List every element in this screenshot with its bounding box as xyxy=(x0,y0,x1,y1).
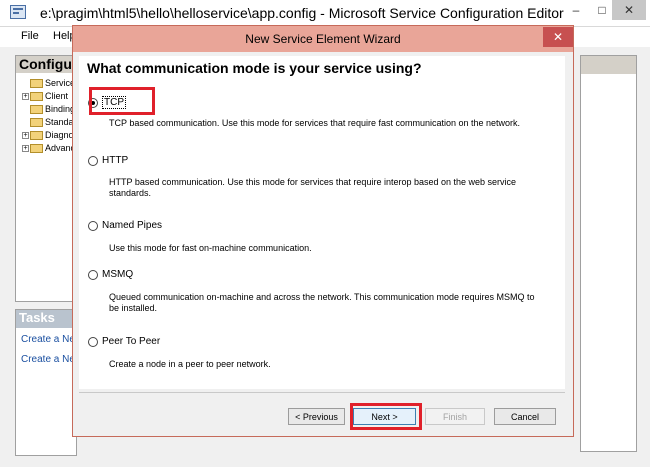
folder-icon xyxy=(30,143,43,153)
expand-icon[interactable]: + xyxy=(22,144,29,152)
details-panel xyxy=(580,55,637,452)
radio-msmq[interactable]: MSMQ xyxy=(88,269,133,280)
option-description-msmq: Queued communication on-machine and acro… xyxy=(109,292,535,313)
folder-icon xyxy=(30,91,43,101)
option-label-msmq: MSMQ xyxy=(102,269,134,280)
tree-item-client[interactable]: + Client xyxy=(22,91,68,101)
radio-peer-to-peer[interactable]: Peer To Peer xyxy=(88,336,160,347)
radio-button[interactable] xyxy=(88,155,98,166)
dialog-close-button[interactable]: ✕ xyxy=(543,27,573,47)
radio-named-pipes[interactable]: Named Pipes xyxy=(88,220,162,231)
minimize-button[interactable]: – xyxy=(563,0,589,20)
option-label-peer-to-peer: Peer To Peer xyxy=(102,336,161,347)
folder-icon xyxy=(30,130,43,140)
radio-http[interactable]: HTTP xyxy=(88,155,128,166)
radio-button[interactable] xyxy=(88,269,98,280)
menu-file[interactable]: File xyxy=(21,30,39,42)
expand-icon[interactable]: + xyxy=(22,131,29,139)
new-service-element-wizard: New Service Element Wizard ✕ What commun… xyxy=(72,25,574,437)
close-button[interactable]: ✕ xyxy=(612,0,646,20)
tree-item-bindings[interactable]: Bindings xyxy=(22,104,80,114)
folder-icon xyxy=(30,104,43,114)
dialog-title-bar: New Service Element Wizard ✕ xyxy=(73,26,573,52)
folder-icon xyxy=(30,117,43,127)
tasks-panel: Tasks Create a New Service... Create a N… xyxy=(15,309,127,456)
main-window-title: e:\pragim\html5\hello\helloservice\app.c… xyxy=(40,5,564,21)
dialog-title: New Service Element Wizard xyxy=(245,32,401,46)
option-description-named-pipes: Use this mode for fast on-machine commun… xyxy=(109,243,312,253)
radio-button[interactable] xyxy=(88,336,98,347)
option-description-peer-to-peer: Create a node in a peer to peer network. xyxy=(109,359,271,369)
app-icon xyxy=(10,5,26,19)
folder-icon xyxy=(30,78,43,88)
tree-item-services[interactable]: Services xyxy=(22,78,80,88)
option-label-http: HTTP xyxy=(102,155,129,166)
option-label-named-pipes: Named Pipes xyxy=(102,220,163,231)
expand-icon[interactable]: + xyxy=(22,92,29,100)
option-description-tcp: TCP based communication. Use this mode f… xyxy=(109,118,521,128)
configuration-panel: Configuration Services + Client Bindings… xyxy=(15,55,124,302)
footer-divider xyxy=(79,392,565,393)
highlight-box-tcp xyxy=(89,87,155,115)
details-panel-header xyxy=(581,56,636,74)
cancel-button[interactable]: Cancel xyxy=(494,408,556,425)
main-title-bar: e:\pragim\html5\hello\helloservice\app.c… xyxy=(0,0,650,27)
communication-mode-question: What communication mode is your service … xyxy=(87,60,422,76)
highlight-box-next xyxy=(350,403,422,430)
tasks-header: Tasks xyxy=(16,310,76,328)
previous-button[interactable]: < Previous xyxy=(288,408,345,425)
radio-button[interactable] xyxy=(88,220,98,231)
tree-item-label: Client xyxy=(45,91,69,101)
finish-button[interactable]: Finish xyxy=(425,408,485,425)
option-description-http: HTTP based communication. Use this mode … xyxy=(109,177,517,198)
configuration-header: Configuration xyxy=(16,56,76,73)
